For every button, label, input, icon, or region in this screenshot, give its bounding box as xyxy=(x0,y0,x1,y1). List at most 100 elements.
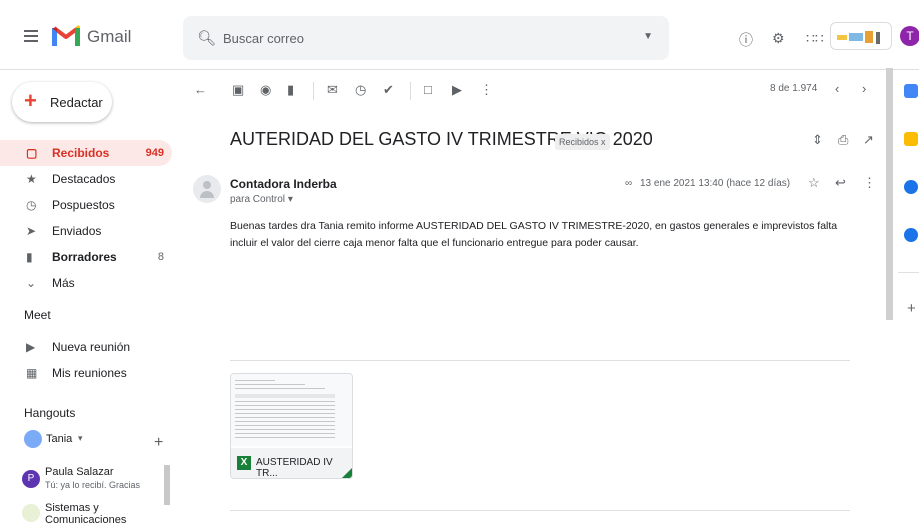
compose-plus-icon: + xyxy=(24,88,37,113)
compose-button[interactable]: + Redactar xyxy=(12,82,112,122)
hangouts-heading: Hangouts xyxy=(24,406,76,420)
side-panel: + xyxy=(898,70,919,519)
sidebar-item-inbox[interactable]: ▢ Recibidos 949 xyxy=(0,140,172,166)
sender-name[interactable]: Contadora Inderba xyxy=(230,177,337,191)
sidebar-item-label: Destacados xyxy=(52,172,116,186)
meet-new-meeting[interactable]: ▶ Nueva reunión xyxy=(0,334,172,360)
contact-last-message: Tú: ya lo recibí. Gracias xyxy=(45,480,141,490)
app-name: Gmail xyxy=(87,27,132,46)
toolbar-divider xyxy=(313,82,314,100)
attachment-divider xyxy=(230,360,850,361)
sidebar-item-snoozed[interactable]: ◷ Pospuestos xyxy=(0,192,172,218)
label-chip[interactable]: Recibidos x xyxy=(555,134,610,150)
send-icon: ➤ xyxy=(26,224,37,238)
newer-chevron-icon[interactable]: ‹ xyxy=(835,81,839,96)
expand-collapse-icon[interactable]: ⇕ xyxy=(812,132,823,148)
account-avatar[interactable]: T xyxy=(900,26,919,46)
print-icon[interactable]: ⎙ xyxy=(838,132,848,148)
main-menu-icon[interactable] xyxy=(24,30,38,42)
main-scrollbar[interactable] xyxy=(886,68,893,320)
meet-my-meetings-label: Mis reuniones xyxy=(52,366,127,380)
sidebar: + Redactar ▢ Recibidos 949 ★ Destacados … xyxy=(0,70,180,526)
hangouts-contact[interactable]: P Paula Salazar Tú: ya lo recibí. Gracia… xyxy=(0,464,160,494)
search-icon[interactable]: 🔍︎ xyxy=(197,29,216,47)
chevron-down-icon: ⌄ xyxy=(26,276,37,290)
draft-icon: ▮ xyxy=(26,250,33,264)
meet-heading: Meet xyxy=(24,308,51,322)
attachment-filename: AUSTERIDAD IV TR... xyxy=(256,457,333,479)
open-new-window-icon[interactable]: ↗ xyxy=(863,132,874,148)
excel-file-icon: X xyxy=(237,456,251,470)
reply-icon[interactable]: ↩ xyxy=(835,175,846,191)
compose-label: Redactar xyxy=(50,95,103,110)
calendar-icon[interactable] xyxy=(904,84,918,98)
more-options-icon[interactable]: ⋮ xyxy=(480,82,493,98)
star-icon[interactable]: ☆ xyxy=(808,175,820,191)
sidebar-item-starred[interactable]: ★ Destacados xyxy=(0,166,172,192)
snooze-clock-icon[interactable]: ◷ xyxy=(355,82,366,98)
side-panel-divider xyxy=(898,272,919,273)
message-view: ← ▣ ◉ ▮ ✉ ◷ ✔ □ ▶ ⋮ 8 de 1.974 ‹ › AUTER… xyxy=(180,70,880,519)
sidebar-item-sent[interactable]: ➤ Enviados xyxy=(0,218,172,244)
hangouts-user-name: Tania xyxy=(46,433,73,445)
sidebar-scrollbar[interactable] xyxy=(164,465,170,505)
search-bar[interactable]: 🔍︎ Buscar correo ▼ xyxy=(183,16,669,60)
archive-icon[interactable]: ▣ xyxy=(232,82,244,98)
sidebar-item-drafts[interactable]: ▮ Borradores 8 xyxy=(0,244,172,270)
recipient-details-chevron-icon[interactable]: ▾ xyxy=(288,194,293,205)
draft-count: 8 xyxy=(157,251,164,263)
inbox-icon: ▢ xyxy=(26,146,38,160)
recipient-line[interactable]: para Control ▾ xyxy=(230,194,293,205)
email-date: 13 ene 2021 13:40 (hace 12 días) xyxy=(640,178,791,189)
add-task-icon[interactable]: ✔ xyxy=(383,82,394,98)
sidebar-item-label: Borradores xyxy=(52,250,117,264)
sidebar-item-label: Recibidos xyxy=(52,146,110,160)
contact-avatar: P xyxy=(22,470,40,488)
settings-gear-icon[interactable]: ⚙ xyxy=(772,30,785,47)
pagination-count: 8 de 1.974 xyxy=(770,83,818,94)
message-bottom-divider xyxy=(230,510,850,511)
contact-name: Paula Salazar xyxy=(45,466,114,478)
attachment-card[interactable]: X AUSTERIDAD IV TR... xyxy=(230,373,353,479)
file-corner-fold xyxy=(340,466,352,478)
back-arrow-icon[interactable]: ← xyxy=(194,82,207,97)
calendar-icon: ▦ xyxy=(26,366,38,380)
meet-new-meeting-label: Nueva reunión xyxy=(52,340,131,354)
video-camera-icon: ▶ xyxy=(26,340,36,354)
report-spam-icon[interactable]: ◉ xyxy=(260,82,271,98)
sidebar-item-label: Pospuestos xyxy=(52,198,115,212)
apps-grid-icon[interactable]: ∷∷ xyxy=(806,30,824,47)
meet-my-meetings[interactable]: ▦ Mis reuniones xyxy=(0,360,172,386)
help-icon[interactable]: ⓘ xyxy=(739,30,753,50)
user-status-chevron-icon: ▾ xyxy=(78,433,83,443)
sidebar-item-label: Enviados xyxy=(52,224,102,238)
recipient-text: para Control xyxy=(230,194,286,205)
add-addon-plus-icon[interactable]: + xyxy=(907,300,916,317)
more-vertical-icon[interactable]: ⋮ xyxy=(863,175,876,191)
label-tag-icon[interactable]: ▶ xyxy=(452,82,462,98)
toolbar-divider xyxy=(410,82,411,100)
search-input[interactable]: Buscar correo xyxy=(223,31,304,46)
user-avatar xyxy=(24,430,42,448)
star-icon: ★ xyxy=(26,172,37,186)
move-to-folder-icon[interactable]: □ xyxy=(424,82,432,97)
attachment-clip-icon: ∞ xyxy=(625,178,633,189)
delete-trash-icon[interactable]: ▮ xyxy=(287,82,294,98)
mark-unread-icon[interactable]: ✉ xyxy=(327,82,338,98)
keep-icon[interactable] xyxy=(904,132,918,146)
clock-icon: ◷ xyxy=(26,198,37,212)
organization-logo[interactable] xyxy=(830,22,892,50)
email-body: Buenas tardes dra Tania remito informe A… xyxy=(230,220,838,249)
sidebar-item-label: Más xyxy=(52,276,75,290)
hangouts-contact[interactable]: Sistemas y Comunicaciones xyxy=(0,500,160,526)
contacts-icon[interactable] xyxy=(904,228,918,242)
unread-count: 949 xyxy=(145,147,164,159)
contact-name: Sistemas y Comunicaciones xyxy=(45,502,127,526)
sidebar-item-more[interactable]: ⌄ Más xyxy=(0,270,172,296)
gmail-logo-icon[interactable] xyxy=(52,24,80,46)
older-chevron-icon[interactable]: › xyxy=(862,81,866,96)
top-bar: Gmail 🔍︎ Buscar correo ▼ ⓘ ⚙ ∷∷ T xyxy=(0,0,919,70)
tasks-icon[interactable] xyxy=(904,180,918,194)
search-options-icon[interactable]: ▼ xyxy=(643,31,653,42)
new-conversation-plus-icon[interactable]: + xyxy=(154,434,163,452)
